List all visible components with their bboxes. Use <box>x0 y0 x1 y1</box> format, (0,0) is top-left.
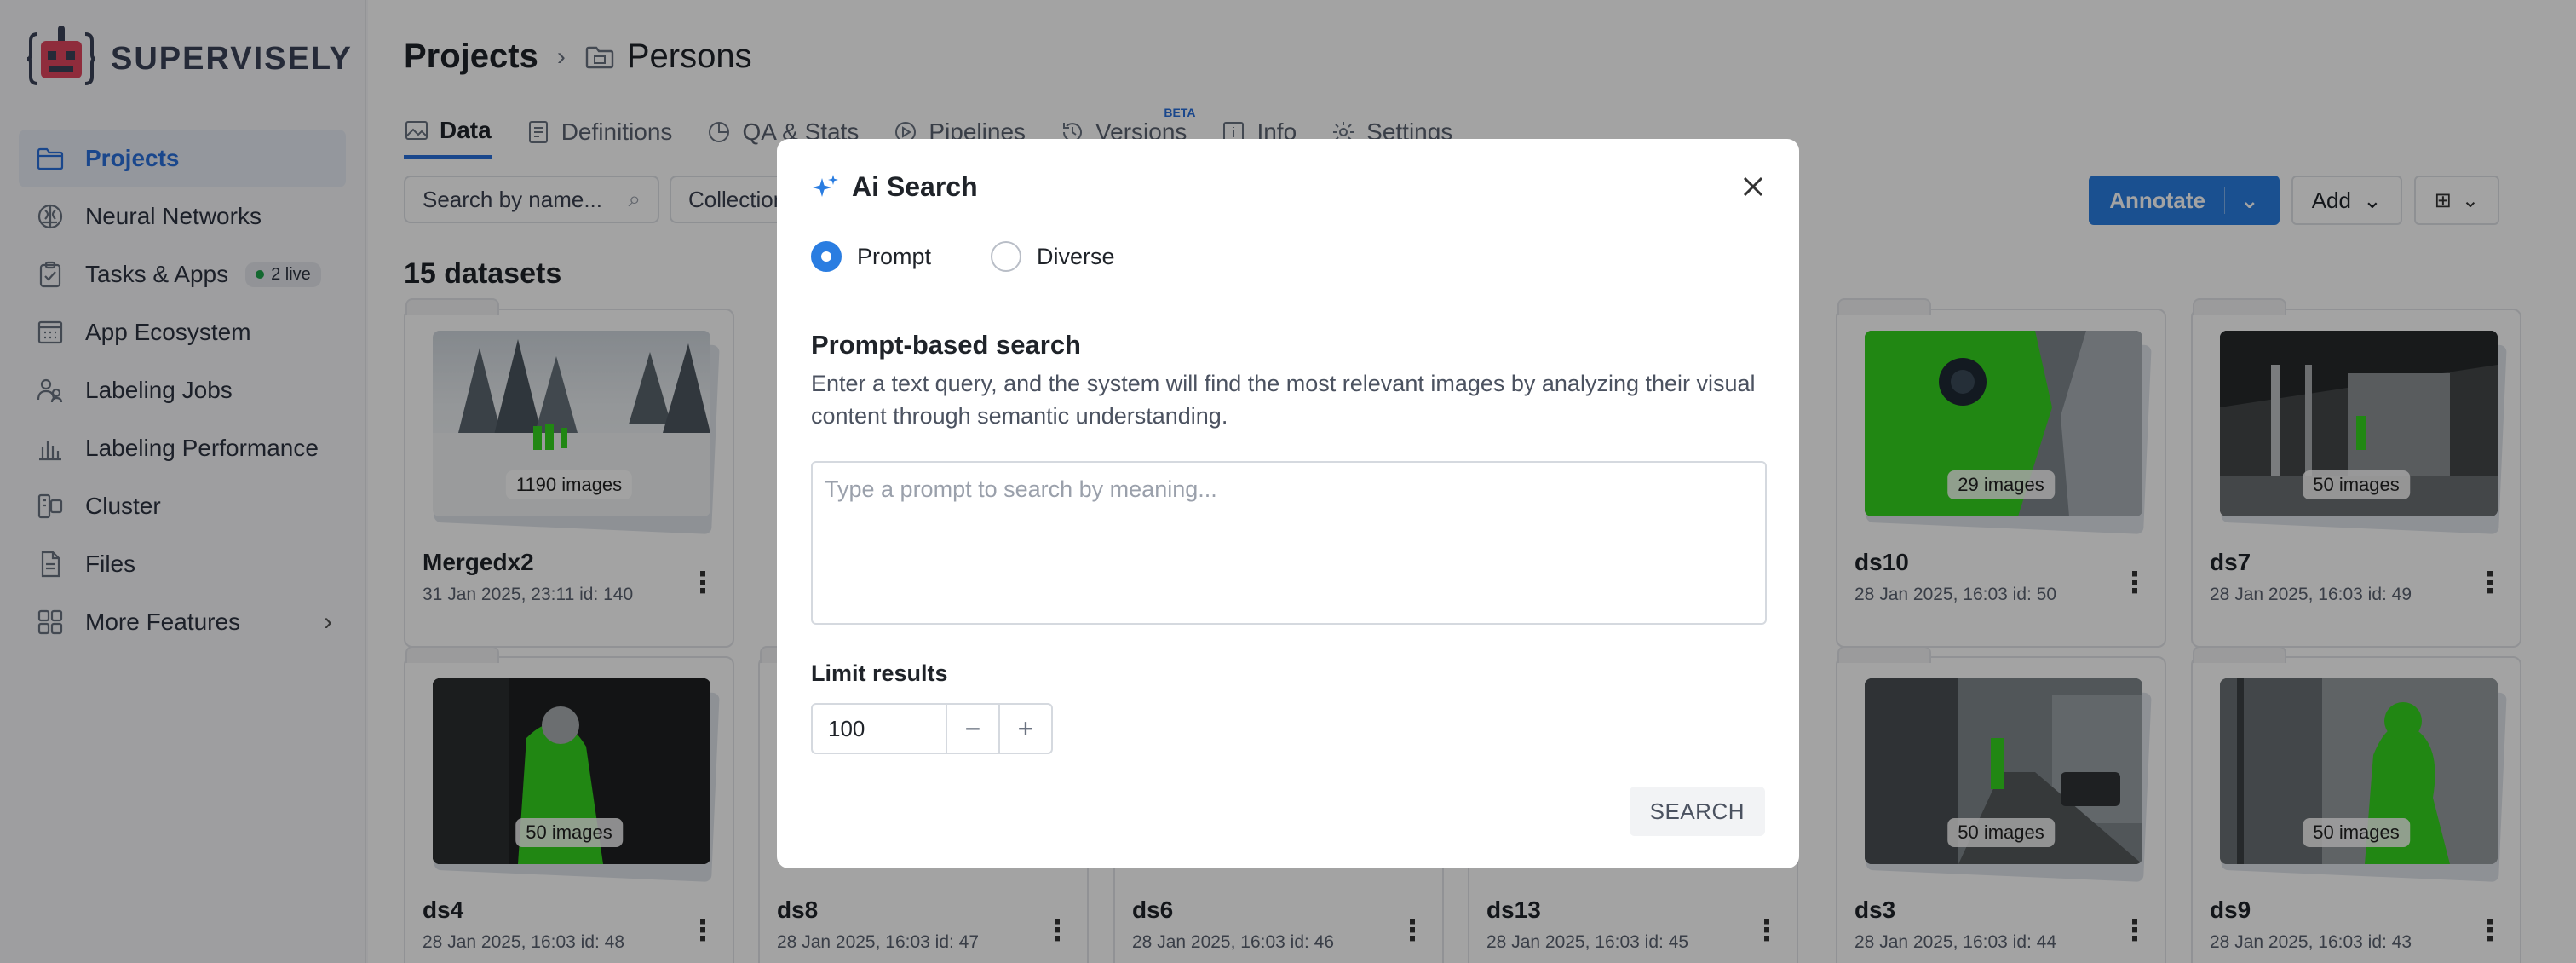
sparkle-icon <box>813 174 838 197</box>
search-button[interactable]: SEARCH <box>1629 787 1765 836</box>
ai-search-dialog: Ai Search Prompt Diverse Prompt-based se… <box>777 139 1799 868</box>
radio-label: Diverse <box>1037 243 1115 269</box>
dialog-title: Ai Search <box>852 171 978 202</box>
search-mode-radio-group: Prompt Diverse <box>811 241 1175 272</box>
plus-icon[interactable]: + <box>998 705 1051 753</box>
section-description: Enter a text query, and the system will … <box>811 371 1756 429</box>
dialog-header: Ai Search <box>811 171 978 203</box>
radio-circle <box>811 241 842 272</box>
limit-results-stepper: − + <box>811 703 1053 754</box>
radio-diverse[interactable]: Diverse <box>991 241 1115 272</box>
radio-prompt[interactable]: Prompt <box>811 241 931 272</box>
radio-circle <box>991 241 1022 272</box>
close-icon[interactable] <box>1738 171 1768 202</box>
limit-results-input[interactable] <box>813 705 946 753</box>
radio-label: Prompt <box>857 243 932 269</box>
section-title: Prompt-based search <box>811 330 1081 360</box>
minus-icon[interactable]: − <box>946 705 998 753</box>
limit-results-label: Limit results <box>811 660 948 686</box>
prompt-textarea[interactable] <box>811 461 1767 625</box>
